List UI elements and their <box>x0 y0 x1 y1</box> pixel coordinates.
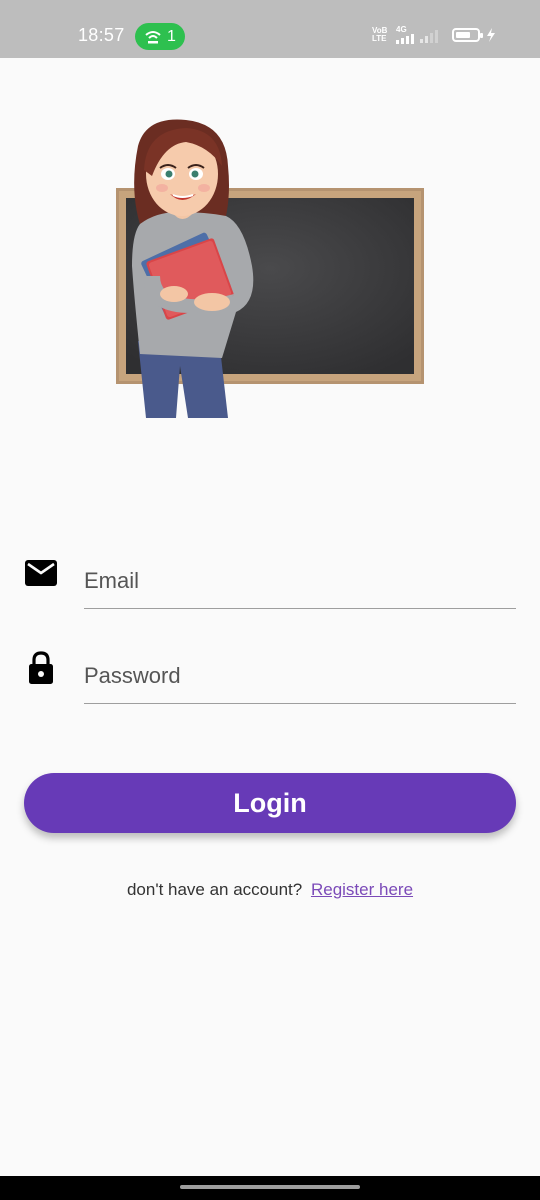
register-prompt: don't have an account? <box>126 880 303 899</box>
status-time: 18:57 <box>78 25 125 45</box>
register-link[interactable]: Register here <box>311 880 413 899</box>
signal-strength-icon <box>396 34 414 44</box>
status-bar: 18:57 1 VoB LTE 4G <box>0 0 540 58</box>
login-button[interactable]: Login <box>24 773 516 833</box>
email-input[interactable] <box>84 553 516 609</box>
home-indicator[interactable] <box>180 1185 360 1189</box>
network-type-label: 4G <box>396 25 407 34</box>
hotspot-indicator: 1 <box>135 23 185 50</box>
battery-icon <box>452 28 483 42</box>
status-icons: VoB LTE 4G <box>372 26 496 44</box>
charging-icon <box>487 28 495 42</box>
battery-level <box>456 32 470 38</box>
hotspot-icon <box>145 30 161 43</box>
navigation-bar <box>0 1176 540 1200</box>
email-field-row <box>24 553 516 623</box>
envelope-icon <box>24 553 58 593</box>
hotspot-count: 1 <box>167 27 176 45</box>
password-input[interactable] <box>84 648 516 704</box>
signal-strength-secondary-icon <box>420 27 438 43</box>
password-field-row <box>24 648 516 718</box>
lock-icon <box>24 648 58 688</box>
teacher-illustration <box>116 119 424 418</box>
volte-label: VoB LTE <box>372 26 388 43</box>
register-row: don't have an account? Register here <box>0 880 540 900</box>
